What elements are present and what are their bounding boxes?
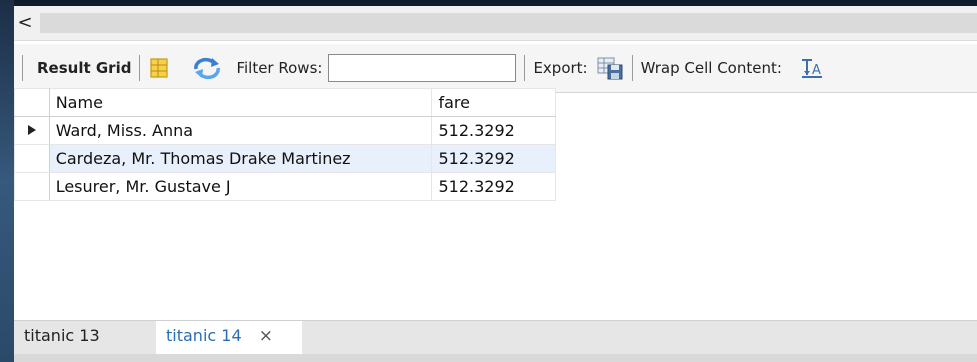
export-icon[interactable]: [596, 56, 624, 80]
tab-titanic-13[interactable]: titanic 13: [14, 321, 110, 355]
toolbar-separator: [524, 55, 526, 81]
grid-header-row: Name fare: [14, 88, 556, 117]
grid-toggle-icon[interactable]: [148, 57, 170, 79]
svg-text:A: A: [812, 63, 821, 78]
result-grid: Name fare Ward, Miss. Anna 512.3292 Card…: [14, 88, 556, 201]
refresh-icon[interactable]: [192, 57, 222, 79]
row-indicator-header: [14, 88, 50, 117]
table-row[interactable]: Ward, Miss. Anna 512.3292: [14, 116, 556, 145]
status-strip: [14, 354, 977, 362]
close-icon[interactable]: ×: [259, 326, 273, 346]
wrap-cell-icon[interactable]: A: [800, 57, 824, 79]
cell-name[interactable]: Ward, Miss. Anna: [48, 116, 433, 145]
table-row[interactable]: Lesurer, Mr. Gustave J 512.3292: [14, 172, 556, 201]
scroll-left-button[interactable]: <: [14, 12, 36, 34]
export-label: Export:: [533, 59, 588, 77]
result-panel: < Result Grid Filter Rows: Export: Wrap …: [14, 6, 977, 362]
current-row-icon: [14, 116, 50, 145]
desktop-edge: [0, 0, 14, 362]
tab-titanic-14[interactable]: titanic 14 ×: [156, 321, 302, 355]
result-grid-label: Result Grid: [37, 59, 132, 77]
column-header-name[interactable]: Name: [48, 88, 433, 117]
horizontal-scrollbar[interactable]: [40, 13, 977, 33]
cell-name[interactable]: Lesurer, Mr. Gustave J: [48, 172, 433, 201]
cell-fare[interactable]: 512.3292: [431, 172, 556, 201]
column-header-fare[interactable]: fare: [431, 88, 556, 117]
cell-fare[interactable]: 512.3292: [431, 144, 556, 173]
cell-name[interactable]: Cardeza, Mr. Thomas Drake Martinez: [48, 144, 433, 173]
top-scrollbar-row: <: [14, 6, 977, 41]
result-tab-bar: titanic 13 titanic 14 ×: [14, 320, 977, 355]
row-indicator: [14, 172, 50, 201]
row-indicator: [14, 144, 50, 173]
tab-label: titanic 13: [24, 326, 100, 345]
tab-label: titanic 14: [166, 326, 242, 345]
table-row[interactable]: Cardeza, Mr. Thomas Drake Martinez 512.3…: [14, 144, 556, 173]
toolbar-separator: [22, 55, 23, 81]
wrap-cell-label: Wrap Cell Content:: [640, 59, 782, 77]
result-toolbar: Result Grid Filter Rows: Export: Wrap Ce…: [14, 44, 977, 93]
filter-rows-input[interactable]: [328, 54, 517, 82]
filter-rows-label: Filter Rows:: [236, 59, 323, 77]
toolbar-separator: [631, 55, 633, 81]
cell-fare[interactable]: 512.3292: [431, 116, 556, 145]
toolbar-separator: [139, 55, 141, 81]
